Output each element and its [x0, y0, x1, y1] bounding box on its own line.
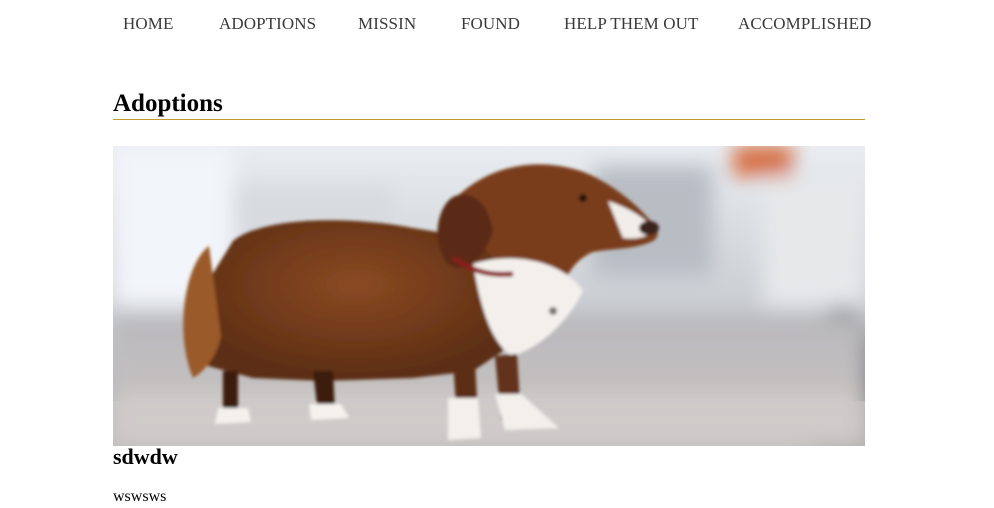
main-content: Adoptions sdwdw wswsws [113, 86, 865, 505]
pet-description: wswsws [113, 488, 167, 505]
page-title: Adoptions [113, 86, 865, 120]
nav-missin-link[interactable]: MISSIN [358, 14, 416, 34]
dog-photo-illustration [113, 146, 865, 446]
nav-adoptions-link[interactable]: ADOPTIONS [219, 14, 316, 34]
nav-found-link[interactable]: FOUND [461, 14, 520, 34]
pet-photo [113, 146, 865, 446]
top-navigation: HOME ADOPTIONS MISSIN FOUND HELP THEM OU… [0, 0, 994, 48]
nav-accomplished-link[interactable]: ACCOMPLISHED [738, 14, 871, 34]
nav-help-them-out-link[interactable]: HELP THEM OUT [564, 14, 698, 34]
pet-name: sdwdw [113, 444, 178, 469]
nav-home-link[interactable]: HOME [123, 14, 173, 34]
